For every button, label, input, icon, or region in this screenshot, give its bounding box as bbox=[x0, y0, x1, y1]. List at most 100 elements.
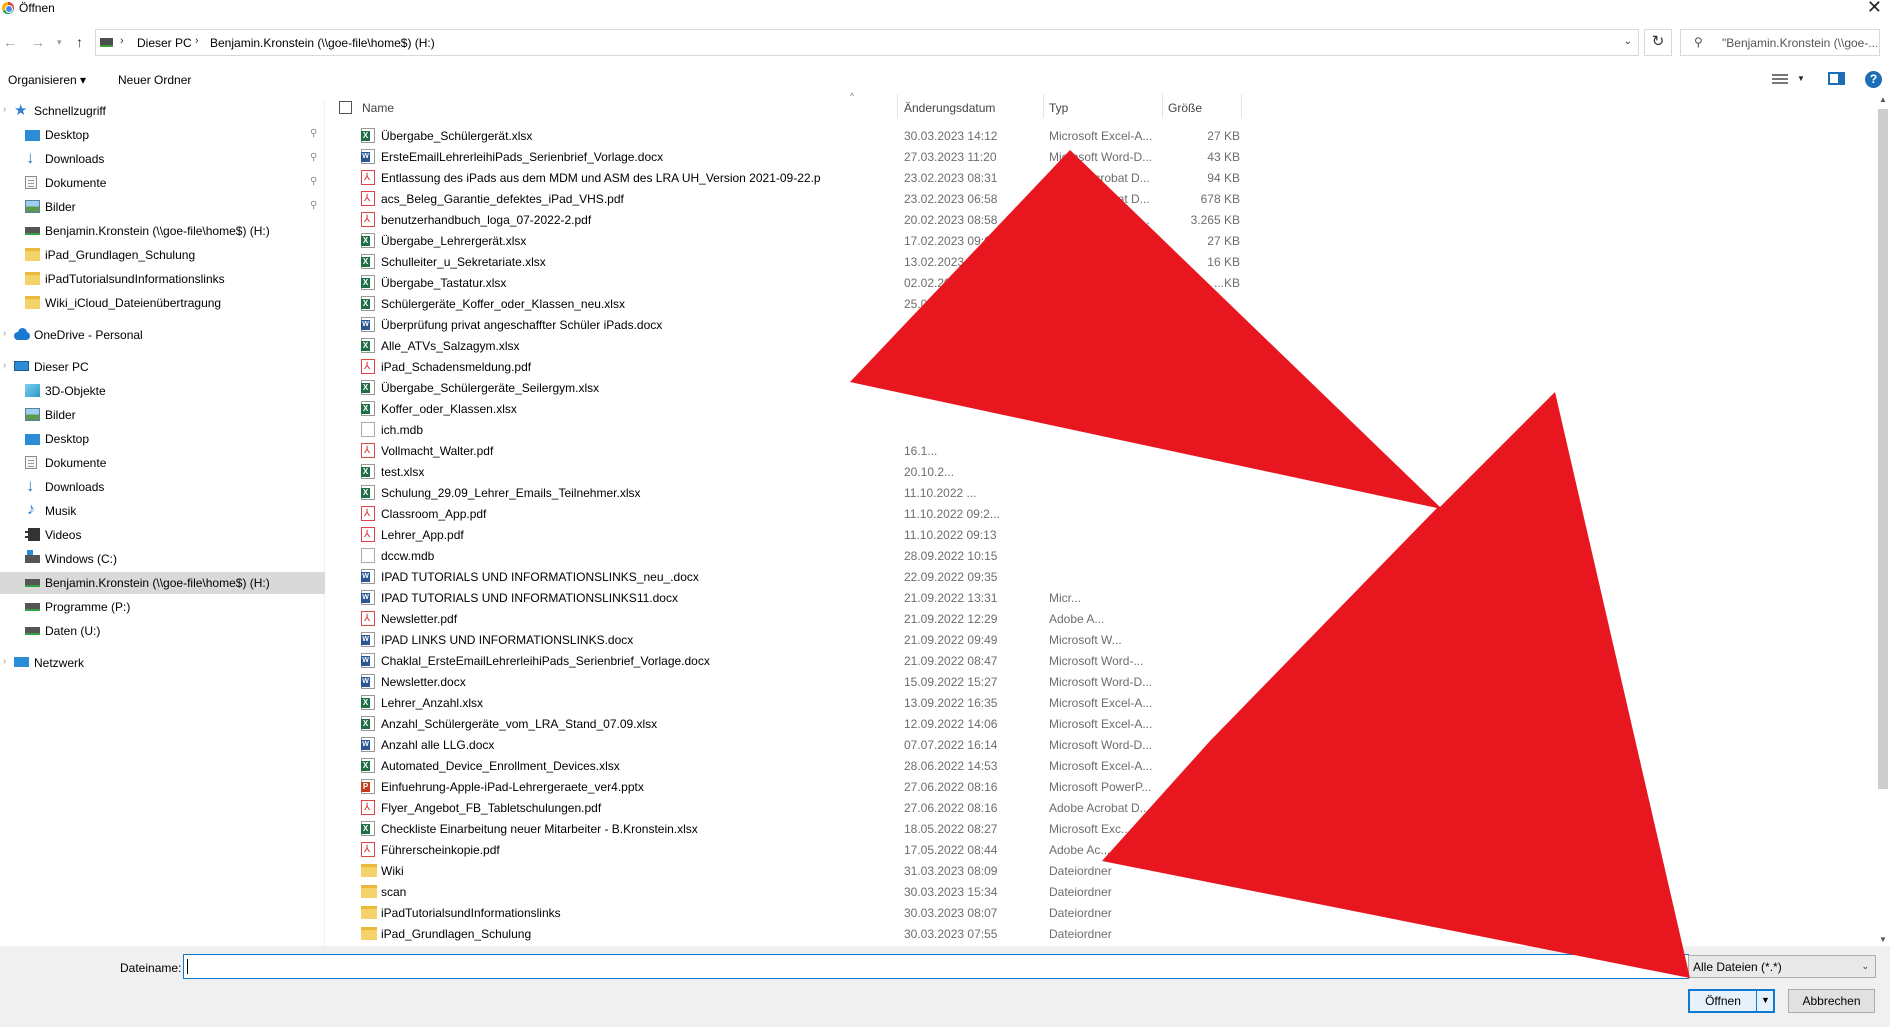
column-divider[interactable] bbox=[1043, 94, 1044, 118]
file-row[interactable]: IPAD TUTORIALS UND INFORMATIONSLINKS_neu… bbox=[330, 566, 1875, 587]
help-button[interactable]: ? bbox=[1865, 71, 1882, 88]
file-row[interactable]: Alle_ATVs_Salzagym.xlsx bbox=[330, 335, 1875, 356]
file-row[interactable]: Übergabe_Schülergeräte_Seilergym.xlsx bbox=[330, 377, 1875, 398]
nav-item[interactable]: Desktop bbox=[0, 428, 325, 450]
file-row[interactable]: Überprüfung privat angeschaffter Schüler… bbox=[330, 314, 1875, 335]
file-row[interactable]: Chaklal_ErsteEmailLehrerleihiPads_Serien… bbox=[330, 650, 1875, 671]
nav-item[interactable]: Wiki_iCloud_Dateienübertragung bbox=[0, 292, 325, 314]
nav-item[interactable]: Desktop ⚲ bbox=[0, 124, 325, 146]
column-header-type[interactable]: Typ bbox=[1049, 101, 1068, 125]
preview-pane-icon[interactable] bbox=[1828, 72, 1845, 85]
file-row[interactable]: Schülergeräte_Koffer_oder_Klassen_neu.xl… bbox=[330, 293, 1875, 314]
nav-item[interactable]: Bilder bbox=[0, 404, 325, 426]
pin-icon[interactable]: ⚲ bbox=[310, 200, 317, 211]
pin-icon[interactable]: ⚲ bbox=[310, 128, 317, 139]
file-row[interactable]: dccw.mdb 28.09.2022 10:15 bbox=[330, 545, 1875, 566]
nav-item[interactable]: Musik bbox=[0, 500, 325, 522]
file-row[interactable]: Checkliste Einarbeitung neuer Mitarbeite… bbox=[330, 818, 1875, 839]
file-row[interactable]: ich.mdb bbox=[330, 419, 1875, 440]
expand-chevron-icon[interactable]: › bbox=[3, 104, 6, 115]
chevron-down-icon[interactable]: ⌄ bbox=[1624, 36, 1632, 47]
pin-icon[interactable]: ⚲ bbox=[310, 152, 317, 163]
up-button[interactable]: ↑ bbox=[76, 34, 83, 50]
file-row[interactable]: Lehrer_Anzahl.xlsx 13.09.2022 16:35 Micros… bbox=[330, 692, 1875, 713]
scroll-up-icon[interactable]: ▲ bbox=[1879, 95, 1887, 104]
nav-item[interactable]: iPad_Grundlagen_Schulung bbox=[0, 244, 325, 266]
file-row[interactable]: scan 30.03.2023 15:34 Dateiordner bbox=[330, 881, 1875, 902]
close-button[interactable]: ✕ bbox=[1867, 0, 1882, 18]
column-header-date[interactable]: Änderungsdatum bbox=[904, 101, 995, 125]
column-divider[interactable] bbox=[897, 94, 898, 118]
open-button[interactable]: Öffnen ▼ bbox=[1688, 989, 1775, 1013]
file-row[interactable]: acs_Beleg_Garantie_defektes_iPad_VHS.pdf… bbox=[330, 188, 1875, 209]
file-row[interactable]: Übergabe_Schülergerät.xlsx 30.03.2023 14:… bbox=[330, 125, 1875, 146]
file-row[interactable]: Automated_Device_Enrollment_Devices.xlsx… bbox=[330, 755, 1875, 776]
nav-item[interactable]: Downloads bbox=[0, 476, 325, 498]
file-row[interactable]: Schulung_29.09_Lehrer_Emails_Teilnehmer.… bbox=[330, 482, 1875, 503]
nav-item[interactable]: Dokumente ⚲ bbox=[0, 172, 325, 194]
file-row[interactable]: Einfuehrung-Apple-iPad-Lehrergeraete_ver… bbox=[330, 776, 1875, 797]
chevron-down-icon[interactable]: ▼ bbox=[1797, 74, 1805, 83]
refresh-button[interactable]: ↻ bbox=[1644, 29, 1672, 56]
file-row[interactable]: iPad_Grundlagen_Schulung 30.03.2023 07:55… bbox=[330, 923, 1875, 944]
column-divider[interactable] bbox=[1162, 94, 1163, 118]
column-header-size[interactable]: Größe bbox=[1168, 101, 1202, 125]
file-type-filter[interactable]: Alle Dateien (*.*) ⌄ bbox=[1688, 955, 1876, 978]
file-row[interactable]: ErsteEmailLehrerleihiPads_Serienbrief_Vo… bbox=[330, 146, 1875, 167]
search-input[interactable]: ⚲ "Benjamin.Kronstein (\\goe-... bbox=[1680, 29, 1880, 56]
file-row[interactable]: Führerscheinkopie.pdf 17.05.2022 08:44 Ado… bbox=[330, 839, 1875, 860]
file-row[interactable]: test.xlsx 20.10.2... bbox=[330, 461, 1875, 482]
nav-item[interactable]: 3D-Objekte bbox=[0, 380, 325, 402]
scrollbar-thumb[interactable] bbox=[1878, 109, 1888, 789]
address-bar[interactable]: › Dieser PC › Benjamin.Kronstein (\\goe-… bbox=[95, 29, 1639, 56]
file-row[interactable]: Newsletter.pdf 21.09.2022 12:29 Adobe A... bbox=[330, 608, 1875, 629]
file-row[interactable]: Lehrer_App.pdf 11.10.2022 09:13 bbox=[330, 524, 1875, 545]
nav-item[interactable]: Windows (C:) bbox=[0, 548, 325, 570]
file-row[interactable]: Newsletter.docx 15.09.2022 15:27 Microsoft… bbox=[330, 671, 1875, 692]
file-row[interactable]: Übergabe_Lehrergerät.xlsx 17.02.2023 09:0… bbox=[330, 230, 1875, 251]
file-row[interactable]: Anzahl_Schülergeräte_vom_LRA_Stand_07.09… bbox=[330, 713, 1875, 734]
file-row[interactable]: IPAD TUTORIALS UND INFORMATIONSLINKS11.d… bbox=[330, 587, 1875, 608]
nav-item[interactable]: Benjamin.Kronstein (\\goe-file\home$) (H… bbox=[0, 220, 325, 242]
forward-button[interactable]: → bbox=[31, 34, 45, 50]
file-row[interactable]: benutzerhandbuch_loga_07-2022-2.pdf 20.02… bbox=[330, 209, 1875, 230]
nav-item[interactable]: Videos bbox=[0, 524, 325, 546]
file-row[interactable]: Vollmacht_Walter.pdf 16.1... bbox=[330, 440, 1875, 461]
file-row[interactable]: IPAD LINKS UND INFORMATIONSLINKS.docx 21.… bbox=[330, 629, 1875, 650]
organize-menu[interactable]: Organisieren ▾ bbox=[8, 73, 86, 87]
file-row[interactable]: Flyer_Angebot_FB_Tabletschulungen.pdf 27.… bbox=[330, 797, 1875, 818]
nav-item[interactable]: › Dieser PC bbox=[0, 356, 325, 378]
breadcrumb-dieser-pc[interactable]: Dieser PC bbox=[137, 36, 192, 50]
file-row[interactable]: Übergabe_Tastatur.xlsx 02.02.20... ...KB bbox=[330, 272, 1875, 293]
nav-item[interactable]: › Schnellzugriff bbox=[0, 100, 325, 122]
nav-item[interactable]: Dokumente bbox=[0, 452, 325, 474]
file-row[interactable]: Entlassung des iPads aus dem MDM und ASM… bbox=[330, 167, 1875, 188]
cancel-button[interactable]: Abbrechen bbox=[1788, 989, 1875, 1013]
file-row[interactable]: Classroom_App.pdf 11.10.2022 09:2... bbox=[330, 503, 1875, 524]
recent-locations-dropdown[interactable]: ▾ bbox=[57, 37, 62, 48]
column-divider[interactable] bbox=[1241, 94, 1242, 118]
open-options-dropdown[interactable]: ▼ bbox=[1761, 995, 1770, 1005]
nav-item[interactable]: Programme (P:) bbox=[0, 596, 325, 618]
file-row[interactable]: Wiki 31.03.2023 08:09 Dateiordner bbox=[330, 860, 1875, 881]
file-row[interactable]: iPad_Schadensmeldung.pdf bbox=[330, 356, 1875, 377]
nav-item[interactable]: iPadTutorialsundInformationslinks bbox=[0, 268, 325, 290]
file-row[interactable]: iPadTutorialsundInformationslinks 30.03.2… bbox=[330, 902, 1875, 923]
file-row[interactable]: Anzahl alle LLG.docx 07.07.2022 16:14 Micr… bbox=[330, 734, 1875, 755]
nav-item[interactable]: › Netzwerk bbox=[0, 652, 325, 674]
pin-icon[interactable]: ⚲ bbox=[310, 176, 317, 187]
file-row[interactable]: Koffer_oder_Klassen.xlsx bbox=[330, 398, 1875, 419]
scroll-down-icon[interactable]: ▼ bbox=[1879, 935, 1887, 944]
nav-item[interactable]: Bilder ⚲ bbox=[0, 196, 325, 218]
nav-item[interactable]: Benjamin.Kronstein (\\goe-file\home$) (H… bbox=[0, 572, 325, 594]
nav-item[interactable]: › OneDrive - Personal bbox=[0, 324, 325, 346]
column-header-name[interactable]: Name bbox=[362, 101, 394, 125]
view-options-icon[interactable] bbox=[1772, 72, 1788, 85]
breadcrumb-drive[interactable]: Benjamin.Kronstein (\\goe-file\home$) (H… bbox=[210, 36, 435, 50]
nav-item[interactable]: Daten (U:) bbox=[0, 620, 325, 642]
vertical-scrollbar[interactable]: ▲ ▼ bbox=[1876, 94, 1890, 944]
new-folder-button[interactable]: Neuer Ordner bbox=[118, 73, 191, 87]
select-all-checkbox[interactable] bbox=[339, 101, 352, 114]
nav-item[interactable]: Downloads ⚲ bbox=[0, 148, 325, 170]
expand-chevron-icon[interactable]: › bbox=[3, 328, 6, 339]
